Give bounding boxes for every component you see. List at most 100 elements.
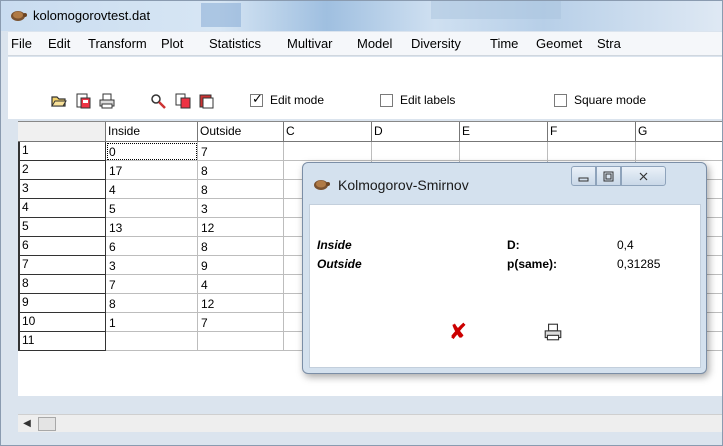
edit-labels-checkbox[interactable] (380, 94, 393, 107)
copy-icon (175, 93, 191, 109)
menu-file[interactable]: File (11, 36, 32, 51)
scroll-thumb[interactable] (38, 417, 56, 431)
print-button[interactable] (96, 90, 118, 112)
row-header[interactable]: 8 (18, 275, 106, 294)
kolmogorov-smirnov-dialog: Kolmogorov-Smirnov Inside Outside D: p(s… (302, 162, 707, 374)
turtle-icon (314, 180, 330, 190)
edit-mode-checkbox[interactable]: ✓ (250, 91, 263, 107)
menu-bar: File Edit Transform Plot Statistics Mult… (8, 32, 722, 56)
row-header[interactable]: 5 (18, 218, 106, 237)
menu-plot[interactable]: Plot (161, 36, 183, 51)
minimize-button[interactable] (571, 166, 596, 186)
open-icon (51, 96, 67, 107)
paste-button[interactable] (196, 90, 218, 112)
grid-cell[interactable]: 5 (106, 199, 198, 218)
column-header-e[interactable]: E (460, 122, 548, 142)
menu-stra[interactable]: Stra (597, 36, 621, 51)
maximize-icon (603, 171, 614, 181)
row-header[interactable]: 10 (18, 313, 106, 332)
grid-cell[interactable] (372, 142, 460, 161)
grid-cell[interactable]: 7 (198, 142, 284, 161)
row-header[interactable]: 3 (18, 180, 106, 199)
grid-cell[interactable] (548, 142, 636, 161)
menu-time[interactable]: Time (490, 36, 518, 51)
print-icon (99, 93, 115, 109)
menu-transform[interactable]: Transform (88, 36, 147, 51)
grid-cell[interactable]: 9 (198, 256, 284, 275)
series-2-label: Outside (317, 257, 362, 271)
p-same-value: 0,31285 (617, 257, 661, 271)
grid-cell[interactable]: 8 (198, 161, 284, 180)
grid-cell[interactable]: 3 (106, 256, 198, 275)
grid-cell[interactable]: 3 (198, 199, 284, 218)
column-header-c[interactable]: C (284, 122, 372, 142)
search-button[interactable] (148, 90, 170, 112)
toolbar: ✓ Edit mode Edit labels Square mode (8, 57, 722, 119)
row-header[interactable]: 7 (18, 256, 106, 275)
title-bar[interactable]: kolomogorovtest.dat (1, 1, 722, 31)
scroll-left-arrow-icon[interactable]: ◀ (20, 417, 34, 431)
row-header[interactable]: 9 (18, 294, 106, 313)
d-statistic-label: D: (507, 238, 520, 252)
grid-cell[interactable]: 8 (198, 237, 284, 256)
column-header-inside[interactable]: Inside (106, 122, 198, 142)
column-header-outside[interactable]: Outside (198, 122, 284, 142)
grid-cell[interactable]: 8 (198, 180, 284, 199)
edit-mode-label: Edit mode (270, 93, 325, 107)
grid-cell[interactable]: 12 (198, 294, 284, 313)
grid-cell[interactable]: 8 (106, 294, 198, 313)
grid-cell[interactable]: 7 (106, 275, 198, 294)
menu-edit[interactable]: Edit (48, 36, 70, 51)
menu-diversity[interactable]: Diversity (411, 36, 461, 51)
grid-cell[interactable]: 0 (106, 142, 198, 161)
square-mode-checkbox[interactable] (554, 94, 567, 107)
print-results-button[interactable] (538, 318, 568, 346)
d-statistic-value: 0,4 (617, 238, 634, 252)
grid-cell[interactable]: 4 (198, 275, 284, 294)
print-icon (544, 323, 562, 341)
save-button[interactable] (72, 90, 94, 112)
row-header[interactable]: 2 (18, 161, 106, 180)
row-header[interactable]: 4 (18, 199, 106, 218)
result-panel: Inside Outside D: p(same): 0,4 0,31285 ✘ (309, 204, 701, 368)
grid-cell[interactable] (198, 332, 284, 351)
square-mode-label: Square mode (574, 93, 647, 107)
row-header[interactable]: 1 (18, 142, 106, 161)
background-taskbar-blur (201, 3, 241, 27)
grid-cell[interactable]: 7 (198, 313, 284, 332)
p-same-label: p(same): (507, 257, 558, 271)
checkmark-icon: ✓ (252, 91, 263, 106)
column-header-g[interactable]: G (636, 122, 722, 142)
menu-geomet[interactable]: Geomet (536, 36, 582, 51)
red-x-icon: ✘ (448, 319, 468, 344)
background-taskbar-blur-2 (431, 1, 561, 19)
column-header-f[interactable]: F (548, 122, 636, 142)
column-header-d[interactable]: D (372, 122, 460, 142)
search-icon (151, 94, 166, 109)
grid-cell[interactable] (636, 142, 722, 161)
grid-cell[interactable] (106, 332, 198, 351)
copy-button[interactable] (172, 90, 194, 112)
grid-cell[interactable]: 6 (106, 237, 198, 256)
close-dialog-button[interactable]: ✘ (443, 318, 473, 346)
series-1-label: Inside (317, 238, 352, 252)
menu-model[interactable]: Model (357, 36, 392, 51)
menu-multivar[interactable]: Multivar (287, 36, 333, 51)
row-header[interactable]: 6 (18, 237, 106, 256)
menu-statistics[interactable]: Statistics (209, 36, 261, 51)
grid-cell[interactable]: 13 (106, 218, 198, 237)
maximize-button[interactable] (596, 166, 621, 186)
grid-cell[interactable]: 4 (106, 180, 198, 199)
minimize-icon (578, 177, 589, 181)
column-header-row: Inside Outside C D E F G (18, 122, 722, 142)
grid-cell[interactable] (460, 142, 548, 161)
grid-cell[interactable]: 17 (106, 161, 198, 180)
row-header[interactable]: 11 (18, 332, 106, 351)
turtle-icon (11, 11, 27, 21)
grid-cell[interactable]: 12 (198, 218, 284, 237)
grid-cell[interactable] (284, 142, 372, 161)
horizontal-scrollbar[interactable]: ◀ (18, 414, 722, 432)
open-button[interactable] (48, 90, 70, 112)
grid-cell[interactable]: 1 (106, 313, 198, 332)
close-button[interactable] (621, 166, 666, 186)
